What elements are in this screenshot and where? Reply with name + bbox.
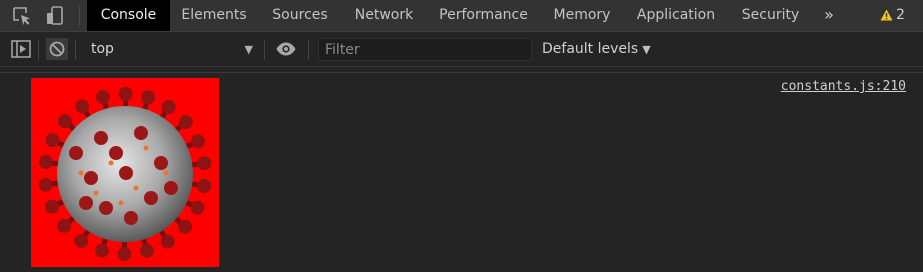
devtools-tabbar: Console Elements Sources Network Perform…	[0, 0, 923, 32]
warning-triangle-icon	[880, 9, 893, 21]
toolbar-separator	[264, 40, 265, 60]
tab-memory[interactable]: Memory	[541, 0, 623, 31]
toolbar-separator	[308, 40, 309, 60]
tab-application[interactable]: Application	[623, 0, 729, 31]
more-tabs-button[interactable]: »	[819, 0, 839, 31]
console-output: constants.js:210	[0, 73, 923, 272]
tab-elements[interactable]: Elements	[170, 0, 258, 31]
tab-performance[interactable]: Performance	[426, 0, 541, 31]
dropdown-arrow-icon: ▼	[642, 43, 651, 56]
source-link[interactable]: constants.js:210	[781, 79, 906, 94]
toolbar-separator	[75, 40, 76, 60]
clear-console-icon[interactable]	[46, 38, 68, 60]
tab-separator	[79, 6, 80, 26]
warnings-count: 2	[896, 7, 905, 23]
console-toolbar: top ▼ Default levels▼	[0, 32, 923, 67]
logged-image	[31, 78, 219, 267]
live-expression-eye-icon[interactable]	[275, 38, 297, 60]
inspect-element-icon[interactable]	[11, 5, 33, 27]
log-levels-dropdown[interactable]: Default levels ▼	[542, 38, 651, 61]
context-value: top	[91, 41, 114, 57]
show-sidebar-icon[interactable]	[10, 38, 32, 60]
log-levels-label: Default levels	[542, 41, 639, 57]
tab-sources[interactable]: Sources	[258, 0, 342, 31]
device-toolbar-icon[interactable]	[44, 5, 66, 27]
tab-security[interactable]: Security	[729, 0, 812, 31]
tab-network[interactable]: Network	[342, 0, 426, 31]
tab-console[interactable]: Console	[87, 0, 170, 31]
toolbar-separator	[38, 40, 39, 60]
warnings-counter[interactable]: 2	[880, 0, 905, 31]
context-selector[interactable]: top ▼	[83, 38, 255, 61]
dropdown-arrow-icon: ▼	[244, 43, 253, 56]
coronavirus-image	[31, 78, 219, 267]
filter-input[interactable]	[318, 38, 532, 61]
